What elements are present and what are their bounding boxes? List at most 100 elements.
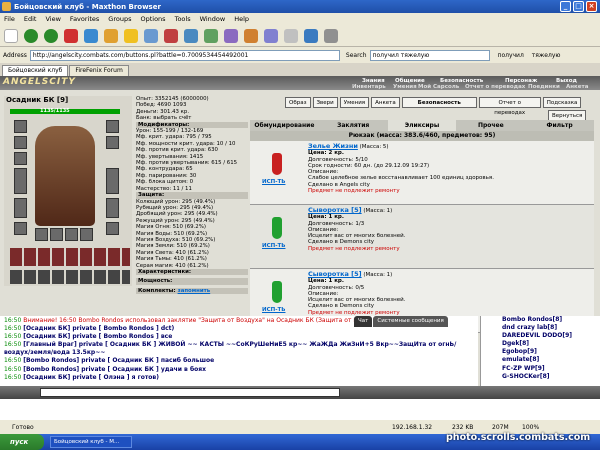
amulet-slot[interactable] xyxy=(14,152,27,165)
stop-icon[interactable] xyxy=(64,28,78,43)
tab-spells[interactable]: Заклятия xyxy=(319,120,388,131)
proxy-icon[interactable] xyxy=(204,28,218,43)
weapon-slot[interactable] xyxy=(14,168,27,194)
chat-time[interactable]: 16:50 xyxy=(4,325,21,332)
search-result-2[interactable]: тяжелую xyxy=(532,52,561,59)
menu-groups[interactable]: Groups xyxy=(108,15,131,23)
chat-time[interactable]: 16:50 xyxy=(4,317,21,324)
group-icon[interactable] xyxy=(144,28,158,43)
page-icon[interactable] xyxy=(304,28,318,43)
zoom-text[interactable]: 100% xyxy=(522,424,539,431)
item-name[interactable]: Сыворотка [5] xyxy=(308,206,362,214)
close-button[interactable]: × xyxy=(586,1,597,12)
image-button[interactable]: Образ xyxy=(285,97,311,108)
subnav-inventory[interactable]: Инвентарь xyxy=(352,84,386,90)
gloves-slot[interactable] xyxy=(106,120,119,133)
bracer-slot[interactable] xyxy=(80,228,93,241)
online-user[interactable]: dnd crazy lab[8] xyxy=(484,324,600,332)
tab-elixirs[interactable]: Эликсиры xyxy=(387,120,457,131)
search-result-1[interactable]: получил xyxy=(498,52,524,59)
menu-view[interactable]: View xyxy=(45,15,60,23)
belt-slot[interactable] xyxy=(14,222,27,235)
new-page-icon[interactable] xyxy=(4,28,18,43)
subnav-profile[interactable]: Анкета xyxy=(566,84,588,90)
online-user[interactable]: FC-ZP WP[9] xyxy=(484,365,600,373)
pets-button[interactable]: Звери xyxy=(312,97,338,108)
boots-slot[interactable] xyxy=(106,222,119,235)
settings-icon[interactable] xyxy=(284,28,298,43)
address-input[interactable]: http://angelscity.combats.com/buttons.pl… xyxy=(29,49,340,61)
tab-combats[interactable]: Бойцовский клуб xyxy=(2,65,69,76)
tools-icon[interactable] xyxy=(264,28,278,43)
chat-time[interactable]: 16:50 xyxy=(4,357,21,364)
back-icon[interactable] xyxy=(24,28,38,43)
armor-slot[interactable] xyxy=(14,198,27,218)
use-button[interactable]: ИСП-ТЬ xyxy=(262,179,285,185)
earrings-slot[interactable] xyxy=(14,136,27,149)
ring2-slot[interactable] xyxy=(50,228,63,241)
refresh-icon[interactable] xyxy=(84,28,98,43)
rune-slot[interactable] xyxy=(106,136,119,149)
forward-icon[interactable] xyxy=(44,28,58,43)
helmet-slot[interactable] xyxy=(14,120,27,133)
online-user[interactable]: Bombo Rondos[8] xyxy=(484,316,600,324)
character-avatar[interactable] xyxy=(35,126,95,226)
online-user[interactable]: Egobop[9] xyxy=(484,348,600,356)
mouse-gesture-icon[interactable] xyxy=(184,28,198,43)
tab-forum[interactable]: FireFenix Forum xyxy=(69,65,129,76)
start-button[interactable]: пуск xyxy=(0,434,44,450)
menu-options[interactable]: Options xyxy=(140,15,165,23)
rss-icon[interactable] xyxy=(244,28,258,43)
ring3-slot[interactable] xyxy=(65,228,78,241)
chat-time[interactable]: 16:50 xyxy=(4,366,21,373)
tab-system-messages[interactable]: Системные сообщения xyxy=(373,316,448,327)
menu-window[interactable]: Window xyxy=(200,15,226,23)
subnav-battles[interactable]: Поединки xyxy=(528,84,560,90)
chat-time[interactable]: 16:50 xyxy=(4,374,21,381)
security-button[interactable]: Безопасность xyxy=(401,97,477,108)
menu-file[interactable]: File xyxy=(4,15,15,23)
menu-favorites[interactable]: Favorites xyxy=(70,15,99,23)
item-name[interactable]: Сыворотка [5] xyxy=(308,270,362,278)
menu-help[interactable]: Help xyxy=(234,15,249,23)
home-icon[interactable] xyxy=(104,28,118,43)
use-button[interactable]: ИСП-ТЬ xyxy=(262,307,285,313)
scroll-slots[interactable] xyxy=(10,248,130,266)
sets-header[interactable]: Комплекты: запомнить xyxy=(136,287,248,295)
profile-button[interactable]: Анкета xyxy=(371,97,400,108)
online-user[interactable]: emulate[8] xyxy=(484,356,600,364)
screen-capture-icon[interactable] xyxy=(224,28,238,43)
ring1-slot[interactable] xyxy=(35,228,48,241)
tab-equipment[interactable]: Обмундирование xyxy=(250,120,319,131)
subnav-transfers[interactable]: Отчет о переводах xyxy=(465,84,525,90)
minimize-button[interactable]: _ xyxy=(560,1,571,12)
power-header[interactable]: Мощность: xyxy=(136,278,248,285)
hint-button[interactable]: Подсказка xyxy=(542,97,582,108)
transfer-report-button[interactable]: Отчет о переводах xyxy=(478,97,541,116)
use-button[interactable]: ИСП-ТЬ xyxy=(262,243,285,249)
skills-button[interactable]: Умения xyxy=(339,97,370,108)
subnav-skills[interactable]: Умения xyxy=(393,84,417,90)
favorites-star-icon[interactable] xyxy=(124,28,138,43)
subnav-sarsol[interactable]: Мой Сарсоль xyxy=(418,84,459,90)
search-input[interactable]: получил тяжелую xyxy=(369,49,490,61)
tab-filter[interactable]: Фильтр xyxy=(525,120,594,131)
belt-item-slots[interactable] xyxy=(10,270,130,284)
menu-edit[interactable]: Edit xyxy=(24,15,37,23)
item-name[interactable]: Зелье Жизни xyxy=(308,142,358,150)
shield-slot[interactable] xyxy=(106,168,119,194)
close-tab-icon[interactable] xyxy=(164,28,178,43)
taskbar-item[interactable]: Бойцовский клуб - M... xyxy=(50,436,132,448)
chat-time[interactable]: 16:50 xyxy=(4,341,21,348)
characteristics-header[interactable]: Характеристики: xyxy=(136,268,248,276)
leggings-slot[interactable] xyxy=(106,198,119,218)
chat-time[interactable]: 16:50 xyxy=(4,333,21,340)
print-icon[interactable] xyxy=(324,28,338,43)
online-user[interactable]: DAREDEVIL DODO[9] xyxy=(484,332,600,340)
chat-input[interactable] xyxy=(40,388,340,397)
online-user[interactable]: Dgek[8] xyxy=(484,340,600,348)
menu-tools[interactable]: Tools xyxy=(175,15,191,23)
tab-chat[interactable]: Чат xyxy=(354,316,373,327)
tab-other[interactable]: Прочее xyxy=(456,120,525,131)
online-user[interactable]: G-SHOCKer[8] xyxy=(484,373,600,381)
